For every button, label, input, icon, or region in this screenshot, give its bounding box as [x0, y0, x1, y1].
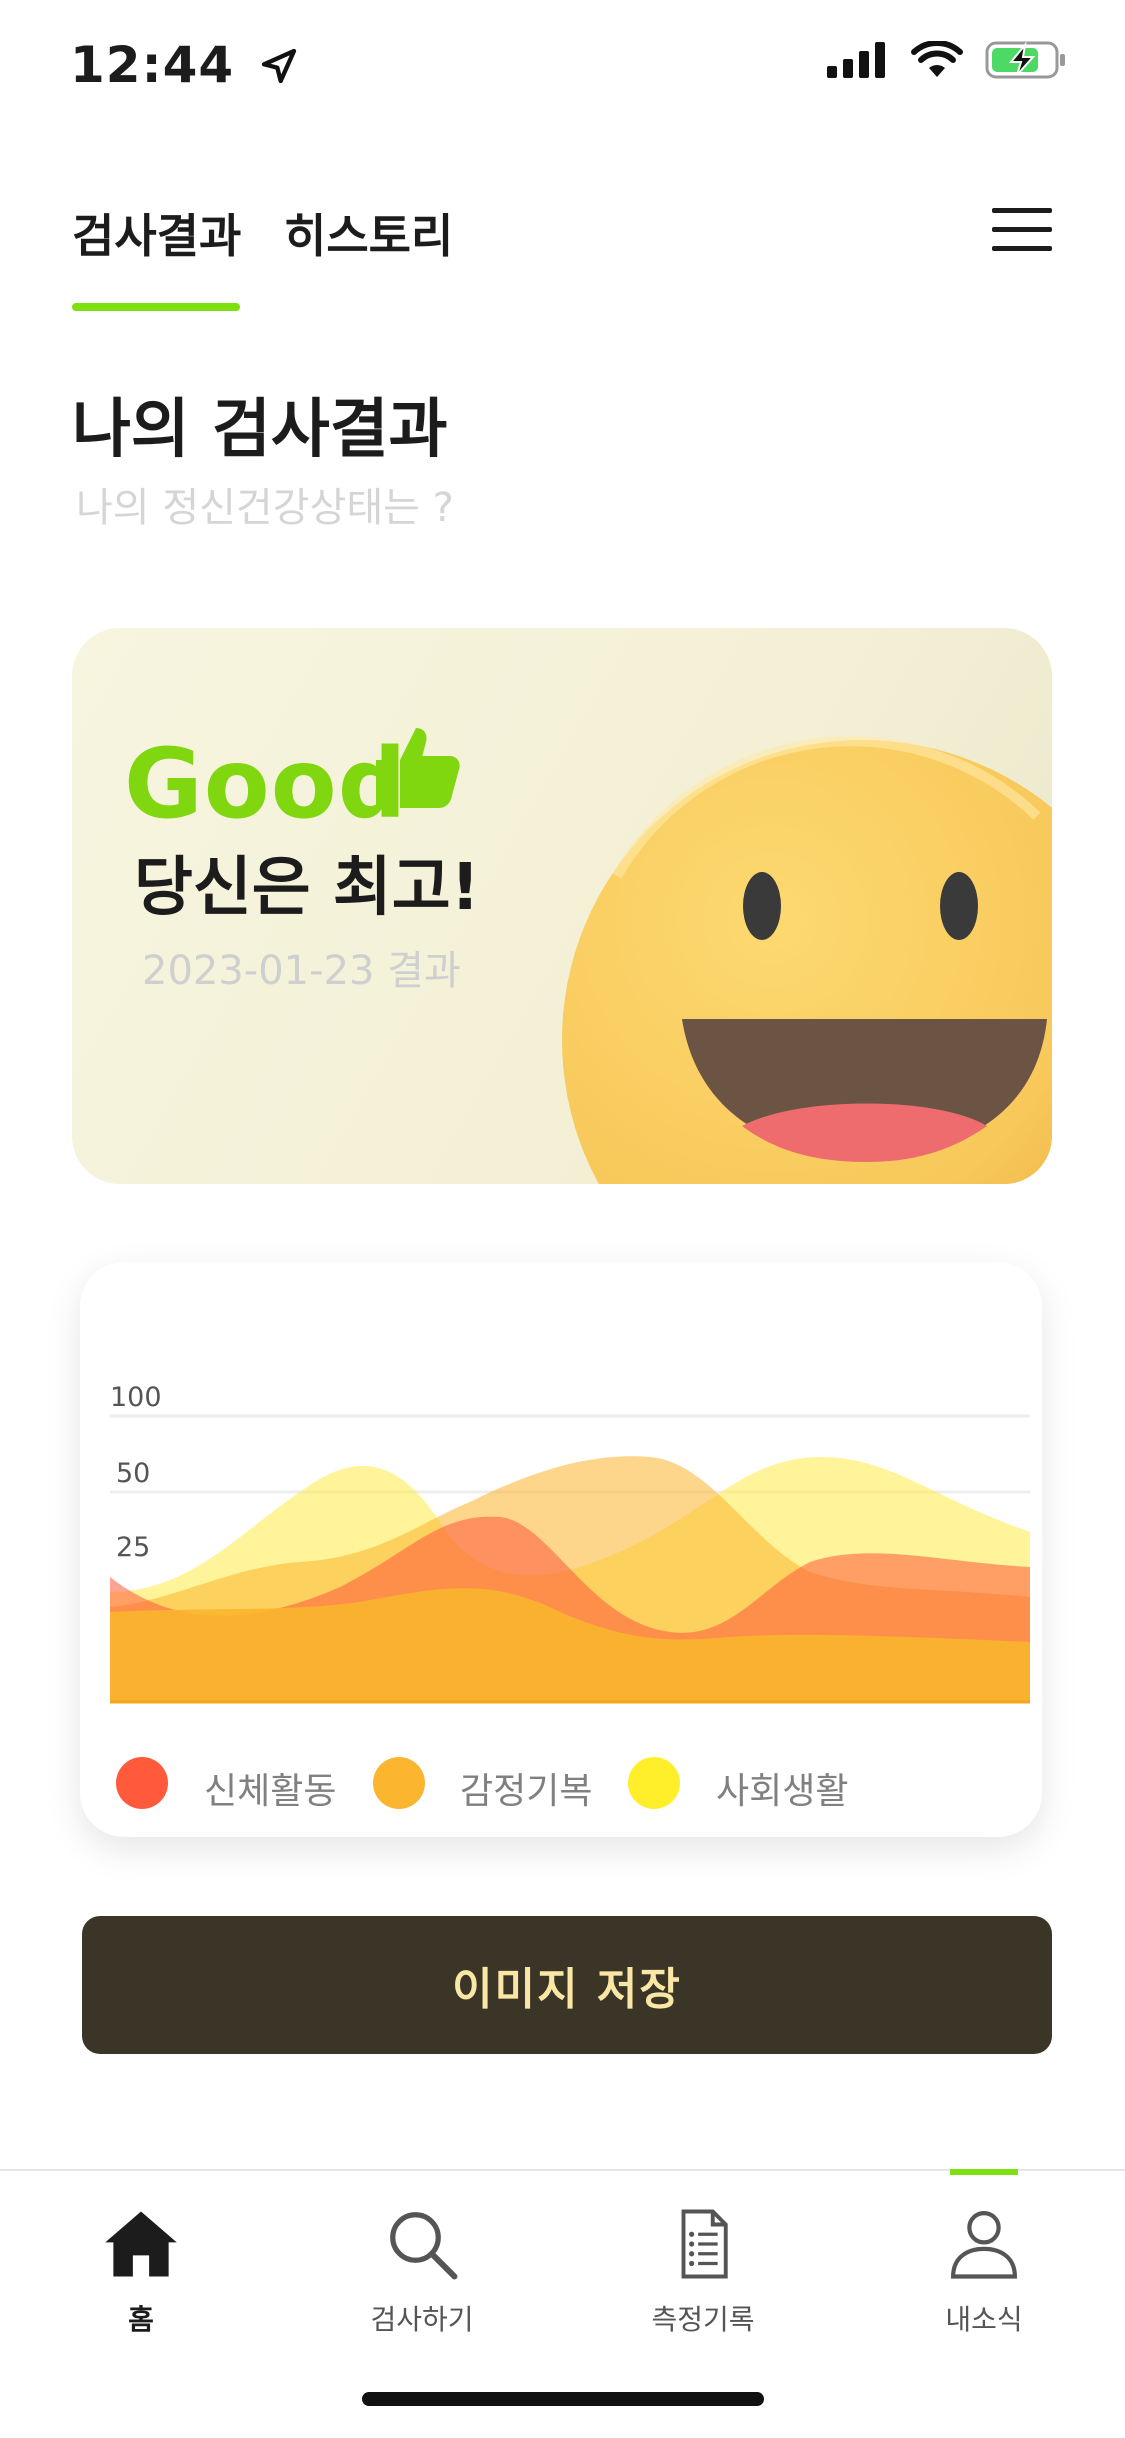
status-time: 12:44 — [70, 36, 299, 94]
page-subtitle: 나의 정신건강상태는 ? — [76, 485, 454, 531]
area-chart — [110, 1414, 1030, 1704]
document-icon — [681, 2209, 728, 2279]
status-time-text: 12:44 — [70, 36, 235, 94]
battery-charging-icon — [985, 41, 1065, 79]
nav-item-records[interactable]: 측정기록 — [623, 2208, 783, 2338]
tab-results[interactable]: 검사결과 — [72, 200, 241, 266]
nav-label-test: 검사하기 — [370, 2303, 474, 2336]
signal-icon — [827, 42, 885, 78]
nav-label-news: 내소식 — [945, 2303, 1023, 2336]
result-headline: Good — [124, 728, 408, 840]
hamburger-menu-icon[interactable] — [992, 206, 1052, 252]
page-title: 나의 검사결과 — [72, 393, 448, 467]
smiley-face-icon — [562, 736, 1052, 1184]
nav-item-test[interactable]: 검사하기 — [342, 2208, 502, 2338]
search-icon — [390, 2212, 458, 2280]
legend-dot-sinche — [116, 1757, 168, 1809]
legend-label-gamjeong: 감정기복 — [460, 1771, 593, 1812]
person-icon — [951, 2211, 1017, 2279]
result-date: 2023-01-23 결과 — [142, 948, 461, 994]
status-icons — [827, 40, 1067, 80]
nav-active-indicator — [950, 2169, 1018, 2175]
nav-label-records: 측정기록 — [651, 2303, 755, 2336]
nav-label-home: 홈 — [128, 2303, 154, 2336]
thumbs-up-icon — [376, 728, 460, 808]
nav-item-home[interactable]: 홈 — [61, 2208, 221, 2338]
legend-dot-sahoe — [628, 1757, 680, 1809]
home-icon — [105, 2211, 177, 2277]
location-arrow-icon — [261, 48, 296, 84]
tab-history[interactable]: 히스토리 — [284, 200, 453, 266]
legend-label-sinche: 신체활동 — [204, 1771, 337, 1812]
save-image-button[interactable]: 이미지 저장 — [82, 1916, 1052, 2054]
result-card: Good 당신은 최고! 2023-01-23 결과 — [72, 628, 1052, 1184]
wifi-icon — [911, 41, 963, 77]
home-indicator — [362, 2392, 764, 2406]
active-tab-underline — [72, 303, 240, 311]
result-message: 당신은 최고! — [134, 851, 480, 925]
nav-item-news[interactable]: 내소식 — [904, 2208, 1064, 2338]
legend-label-sahoe: 사회생활 — [716, 1771, 849, 1812]
chart-card: 100 50 25 신체활동 감정기복 사회생활 — [80, 1262, 1042, 1837]
legend-dot-gamjeong — [373, 1757, 425, 1809]
